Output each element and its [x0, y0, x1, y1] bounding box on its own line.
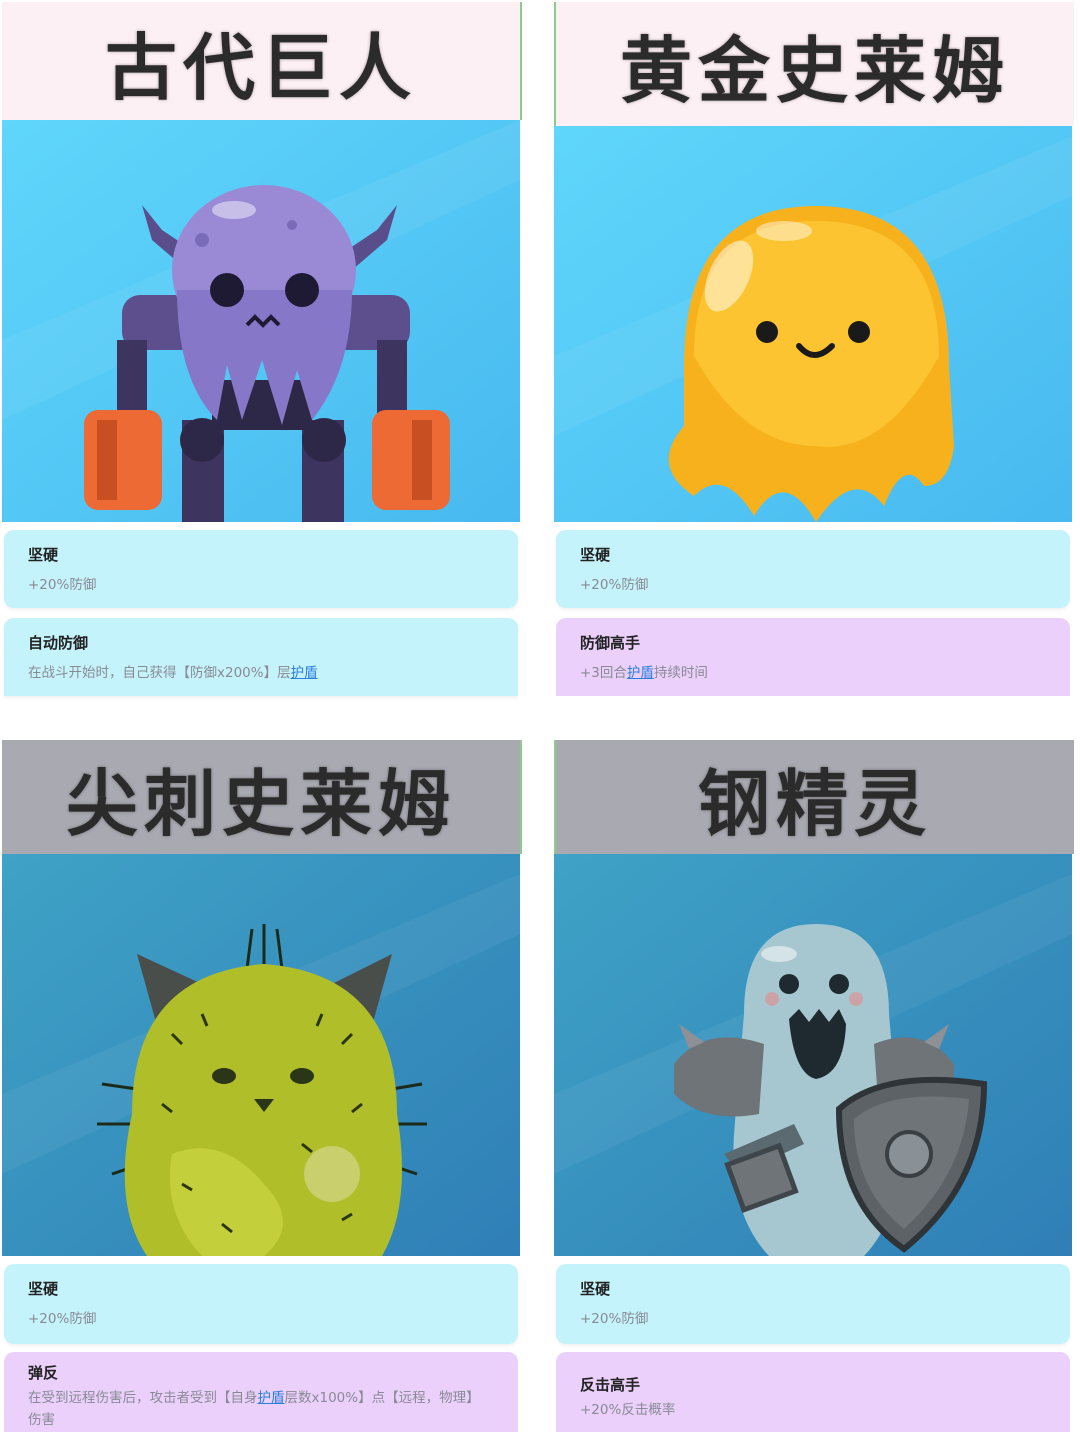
trait-description: +3回合护盾持续时间	[580, 662, 1046, 684]
trait-desc-text: +20%反击概率	[580, 1402, 676, 1418]
card-steel-spirit[interactable]: 钢精灵 坚硬 +20%防御 反击高手 +20%反击概率	[554, 740, 1074, 1432]
card-spiky-slime[interactable]: 尖刺史莱姆 坚硬 +20%防御 弹反 在受到远程伤害后，攻击者受到【自身护盾层数…	[2, 740, 522, 1432]
trait-card-primary: 坚硬 +20%防御	[4, 1264, 518, 1344]
trait-description: +20%防御	[580, 577, 649, 593]
trait-card-primary: 坚硬 +20%防御	[556, 530, 1070, 608]
trait-desc-text: 在受到远程伤害后，攻击者受到【自身	[28, 1390, 258, 1406]
trait-card-secondary: 防御高手 +3回合护盾持续时间	[556, 618, 1070, 696]
card-title: 钢精灵	[554, 740, 1074, 854]
trait-description: +20%反击概率	[580, 1399, 1046, 1421]
trait-description: +20%防御	[28, 1311, 97, 1327]
trait-desc-text: +3回合	[580, 665, 627, 681]
trait-name: 弹反	[28, 1364, 59, 1382]
shield-keyword-link[interactable]: 护盾	[291, 665, 318, 681]
trait-name: 坚硬	[28, 546, 59, 564]
trait-desc-text: 在战斗开始时，自己获得【防御x200%】层	[28, 665, 291, 681]
trait-card-secondary: 反击高手 +20%反击概率	[556, 1352, 1070, 1432]
trait-description: 在战斗开始时，自己获得【防御x200%】层护盾	[28, 662, 494, 684]
card-golden-slime[interactable]: 黄金史莱姆 坚硬 +20%防御 防御高手 +3回合护盾持续时间	[554, 2, 1074, 696]
card-title: 古代巨人	[2, 2, 522, 120]
trait-name: 坚硬	[580, 546, 611, 564]
trait-name: 自动防御	[28, 634, 89, 652]
shield-keyword-link[interactable]: 护盾	[258, 1390, 285, 1406]
card-title: 黄金史莱姆	[554, 2, 1074, 126]
trait-card-primary: 坚硬 +20%防御	[4, 530, 518, 608]
character-portrait-golden-slime	[554, 126, 1072, 522]
trait-card-primary: 坚硬 +20%防御	[556, 1264, 1070, 1344]
trait-description: +20%防御	[580, 1311, 649, 1327]
character-portrait-steel-spirit	[554, 854, 1072, 1256]
trait-description: 在受到远程伤害后，攻击者受到【自身护盾层数x100%】点【远程，物理】伤害	[28, 1387, 494, 1431]
character-portrait-ancient-giant	[2, 120, 520, 522]
trait-name: 坚硬	[28, 1280, 59, 1298]
card-title: 尖刺史莱姆	[2, 740, 522, 854]
shield-keyword-link[interactable]: 护盾	[627, 665, 654, 681]
trait-name: 坚硬	[580, 1280, 611, 1298]
card-ancient-giant[interactable]: 古代巨人 坚硬 +20%防御 自动防御 在战斗开始时，自己获得【防御x200%】…	[2, 2, 522, 696]
trait-name: 防御高手	[580, 634, 641, 652]
trait-card-secondary: 弹反 在受到远程伤害后，攻击者受到【自身护盾层数x100%】点【远程，物理】伤害	[4, 1352, 518, 1432]
trait-description: +20%防御	[28, 577, 97, 593]
trait-name: 反击高手	[580, 1376, 641, 1394]
trait-desc-text-end: 持续时间	[653, 665, 708, 681]
character-portrait-spiky-slime	[2, 854, 520, 1256]
trait-card-secondary: 自动防御 在战斗开始时，自己获得【防御x200%】层护盾	[4, 618, 518, 696]
